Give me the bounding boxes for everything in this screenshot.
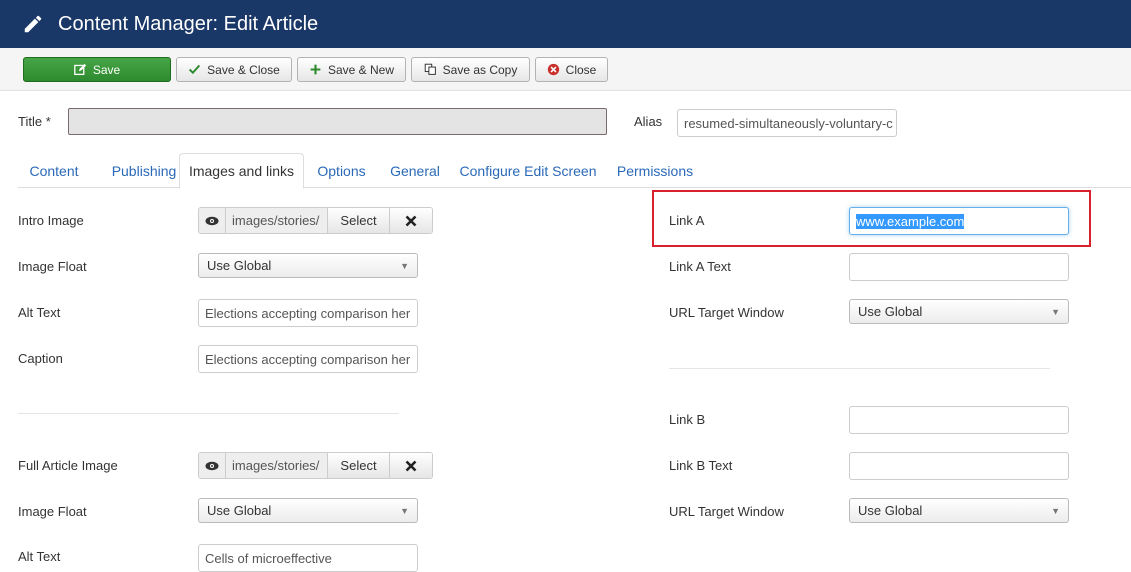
intro-image-select-button[interactable]: Select	[328, 208, 390, 233]
intro-caption-label: Caption	[18, 351, 63, 366]
save-new-button[interactable]: Save & New	[297, 57, 406, 82]
save-close-button[interactable]: Save & Close	[176, 57, 292, 82]
tab-images-and-links[interactable]: Images and links	[179, 153, 304, 189]
caret-down-icon: ▼	[400, 260, 409, 271]
target-b-value: Use Global	[858, 503, 923, 518]
link-a-text-label: Link A Text	[669, 259, 731, 274]
copy-icon	[424, 63, 436, 75]
tab-content[interactable]: Content	[18, 153, 90, 188]
caret-down-icon: ▼	[1051, 505, 1060, 516]
close-label: Close	[565, 62, 597, 77]
intro-image-path: images/stories/	[226, 208, 328, 233]
intro-float-label: Image Float	[18, 259, 87, 274]
full-image-field: images/stories/ Select	[198, 452, 433, 479]
tab-bar: Content Publishing Images and links Opti…	[18, 153, 1131, 189]
eye-icon	[205, 216, 219, 225]
eye-icon	[205, 461, 219, 470]
intro-image-clear-button[interactable]	[390, 208, 432, 233]
full-alt-label: Alt Text	[18, 549, 61, 564]
link-a-value: www.example.com	[856, 213, 965, 229]
full-float-select[interactable]: Use Global ▼	[198, 498, 418, 523]
link-b-text-input[interactable]	[849, 452, 1069, 480]
toolbar: Save Save & Close Save & New Save as Cop…	[0, 48, 1131, 91]
caret-down-icon: ▼	[400, 505, 409, 516]
save-copy-label: Save as Copy	[442, 62, 518, 77]
save-copy-button[interactable]: Save as Copy	[411, 57, 530, 82]
target-a-value: Use Global	[858, 304, 923, 319]
link-a-input[interactable]: www.example.com	[849, 207, 1069, 235]
intro-float-select[interactable]: Use Global ▼	[198, 253, 418, 278]
target-a-label: URL Target Window	[669, 305, 784, 320]
intro-float-value: Use Global	[207, 258, 272, 273]
remove-icon	[405, 215, 417, 226]
full-float-value: Use Global	[207, 503, 272, 518]
intro-alt-label: Alt Text	[18, 305, 61, 320]
alias-input[interactable]: resumed-simultaneously-voluntary-c	[677, 109, 897, 137]
target-a-select[interactable]: Use Global ▼	[849, 299, 1069, 324]
tab-publishing[interactable]: Publishing	[98, 153, 190, 188]
save-button[interactable]: Save	[23, 57, 171, 82]
save-close-label: Save & Close	[207, 62, 280, 77]
full-image-path: images/stories/	[226, 453, 328, 478]
pencil-icon	[24, 15, 42, 33]
full-float-label: Image Float	[18, 504, 87, 519]
save-new-label: Save & New	[327, 62, 395, 77]
check-icon	[189, 64, 201, 75]
full-image-select-button[interactable]: Select	[328, 453, 390, 478]
tab-options[interactable]: Options	[310, 153, 373, 188]
caret-down-icon: ▼	[1051, 306, 1060, 317]
preview-button[interactable]	[199, 453, 226, 478]
full-image-clear-button[interactable]	[390, 453, 432, 478]
page-title: Content Manager: Edit Article	[58, 12, 319, 35]
link-a-label: Link A	[669, 213, 705, 228]
divider	[18, 413, 399, 414]
link-b-text-label: Link B Text	[669, 458, 733, 473]
divider	[669, 368, 1050, 369]
link-b-input[interactable]	[849, 406, 1069, 434]
intro-alt-input[interactable]: Elections accepting comparison her	[198, 299, 418, 327]
plus-icon	[310, 64, 321, 75]
close-button[interactable]: Close	[535, 57, 608, 82]
intro-image-field: images/stories/ Select	[198, 207, 433, 234]
tab-permissions[interactable]: Permissions	[614, 153, 696, 188]
link-a-text-input[interactable]	[849, 253, 1069, 281]
remove-icon	[405, 460, 417, 471]
target-b-label: URL Target Window	[669, 504, 784, 519]
intro-image-label: Intro Image	[18, 213, 84, 228]
edit-icon	[73, 63, 86, 76]
tab-general[interactable]: General	[382, 153, 448, 188]
full-image-label: Full Article Image	[18, 458, 118, 473]
tab-configure-edit-screen[interactable]: Configure Edit Screen	[458, 153, 598, 188]
page-header: Content Manager: Edit Article	[0, 0, 1131, 48]
alias-label: Alias	[634, 114, 663, 129]
close-circle-icon	[547, 63, 559, 76]
save-label: Save	[92, 62, 121, 77]
link-b-label: Link B	[669, 412, 706, 427]
intro-caption-input[interactable]: Elections accepting comparison her	[198, 345, 418, 373]
target-b-select[interactable]: Use Global ▼	[849, 498, 1069, 523]
title-input[interactable]	[68, 108, 607, 135]
full-alt-input[interactable]: Cells of microeffective	[198, 544, 418, 572]
preview-button[interactable]	[199, 208, 226, 233]
title-label: Title *	[18, 114, 51, 129]
